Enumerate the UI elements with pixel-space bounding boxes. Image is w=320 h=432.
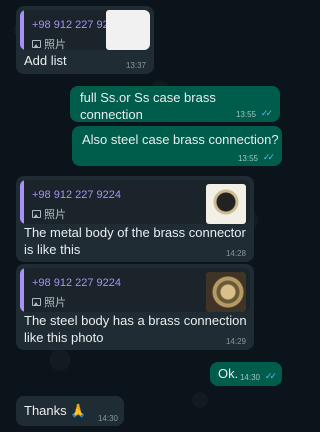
- message-bubble-outgoing[interactable]: full Ss.or Ss case brass connection 13:5…: [70, 86, 280, 122]
- message-text: The steel body has a brass connection li…: [24, 312, 247, 346]
- quoted-message[interactable]: +98 912 227 9224 照片: [20, 268, 250, 312]
- quoted-message[interactable]: +98 912 227 9224 照片: [20, 180, 250, 224]
- message-time: 14:28: [225, 249, 246, 258]
- message-text-line: The metal body of the brass connector: [24, 225, 246, 240]
- message-text: Ok.: [218, 366, 239, 381]
- message-bubble-outgoing[interactable]: Ok. 14:30 ✓✓: [210, 362, 282, 386]
- double-check-icon: ✓✓: [264, 371, 277, 381]
- quote-attachment-label: 照片: [44, 297, 66, 309]
- quoted-message[interactable]: +98 912 227 9224 照片: [20, 10, 150, 50]
- quote-thumbnail: [206, 184, 246, 224]
- image-icon: [32, 298, 41, 306]
- message-text: Also steel case brass connection?: [82, 132, 279, 147]
- message-time: 14:30: [97, 414, 118, 423]
- message-time: 14:30: [239, 373, 260, 382]
- image-icon: [32, 210, 41, 218]
- quote-author: +98 912 227 9224: [32, 189, 122, 201]
- message-text-line: is like this: [24, 242, 81, 257]
- message-bubble-outgoing[interactable]: Also steel case brass connection? 13:55 …: [72, 126, 282, 166]
- quote-accent-bar: [20, 180, 24, 224]
- message-time: 13:55: [235, 110, 256, 119]
- quote-attachment-label: 照片: [44, 39, 66, 50]
- quote-thumbnail: [106, 10, 150, 50]
- quote-attachment: 照片: [32, 206, 66, 222]
- image-icon: [32, 40, 41, 48]
- quote-accent-bar: [20, 268, 24, 312]
- message-text: Add list: [24, 53, 67, 68]
- quote-accent-bar: [20, 10, 24, 50]
- message-text: The metal body of the brass connector is…: [24, 224, 246, 258]
- message-time: 14:29: [225, 337, 246, 346]
- message-bubble-incoming[interactable]: +98 912 227 9224 照片 The metal body of th…: [16, 176, 254, 262]
- double-check-icon: ✓✓: [260, 108, 273, 118]
- message-text-line: The steel body has a brass connection: [24, 313, 247, 328]
- quote-author: +98 912 227 9224: [32, 277, 122, 289]
- quote-attachment: 照片: [32, 294, 66, 310]
- message-bubble-incoming[interactable]: +98 912 227 9224 照片 The steel body has a…: [16, 264, 254, 350]
- quote-attachment: 照片: [32, 36, 66, 50]
- message-bubble-incoming[interactable]: +98 912 227 9224 照片 Add list 13:37: [16, 6, 154, 74]
- quote-attachment-label: 照片: [44, 209, 66, 221]
- message-text-line: like this photo: [24, 330, 104, 345]
- message-text: Thanks 🙏: [24, 403, 87, 418]
- double-check-icon: ✓✓: [262, 152, 275, 162]
- message-bubble-incoming[interactable]: Thanks 🙏 14:30: [16, 396, 124, 426]
- message-time: 13:55: [237, 154, 258, 163]
- message-time: 13:37: [125, 61, 146, 70]
- quote-thumbnail: [206, 272, 246, 312]
